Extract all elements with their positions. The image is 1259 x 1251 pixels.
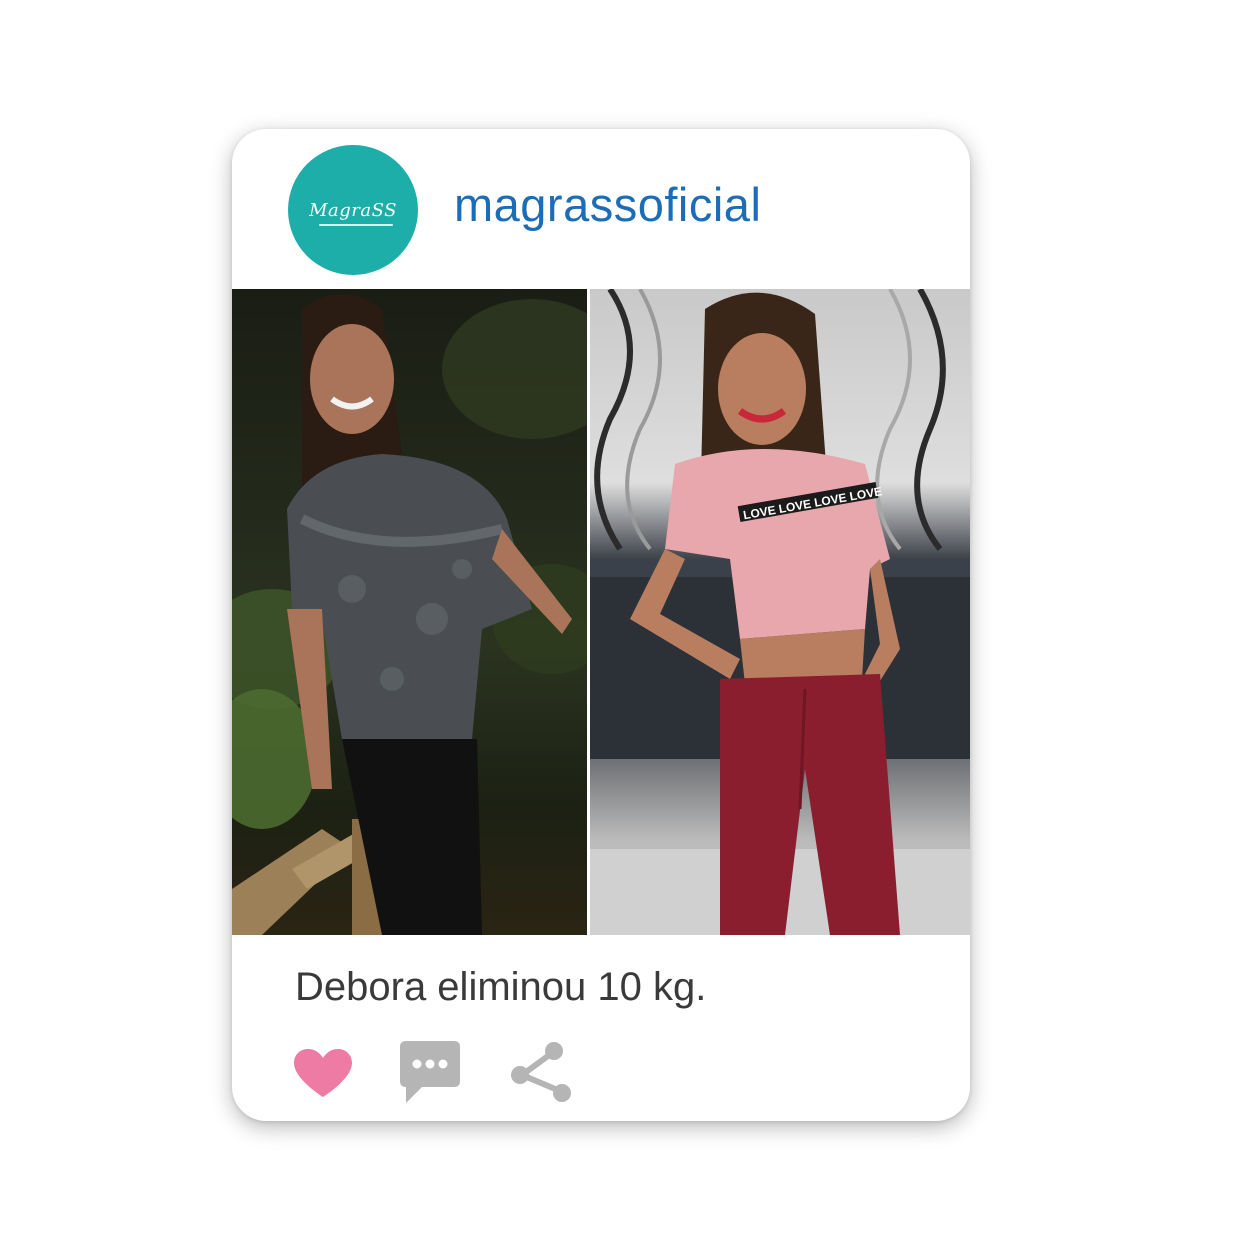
username-link[interactable]: magrassoficial xyxy=(454,177,761,232)
post-actions xyxy=(292,1039,692,1111)
post-card: MagraSS magrassoficial LOVE LOVE LOVE LO… xyxy=(232,129,970,1121)
after-photo-illustration: LOVE LOVE LOVE LOVE xyxy=(590,289,970,935)
post-caption: Debora eliminou 10 kg. xyxy=(295,965,707,1009)
like-button[interactable] xyxy=(292,1047,358,1119)
avatar[interactable]: MagraSS xyxy=(288,145,418,275)
heart-icon xyxy=(294,1049,352,1097)
comment-button[interactable] xyxy=(398,1039,464,1111)
before-photo xyxy=(232,289,587,935)
post-photos: LOVE LOVE LOVE LOVE xyxy=(232,289,970,935)
share-icon xyxy=(511,1042,571,1102)
brand-logo: MagraSS xyxy=(309,199,397,226)
after-photo: LOVE LOVE LOVE LOVE xyxy=(590,289,970,935)
share-button[interactable] xyxy=(508,1039,574,1111)
before-photo-illustration xyxy=(232,294,587,935)
speech-bubble-icon xyxy=(400,1041,460,1103)
post-header: MagraSS magrassoficial xyxy=(232,129,970,289)
